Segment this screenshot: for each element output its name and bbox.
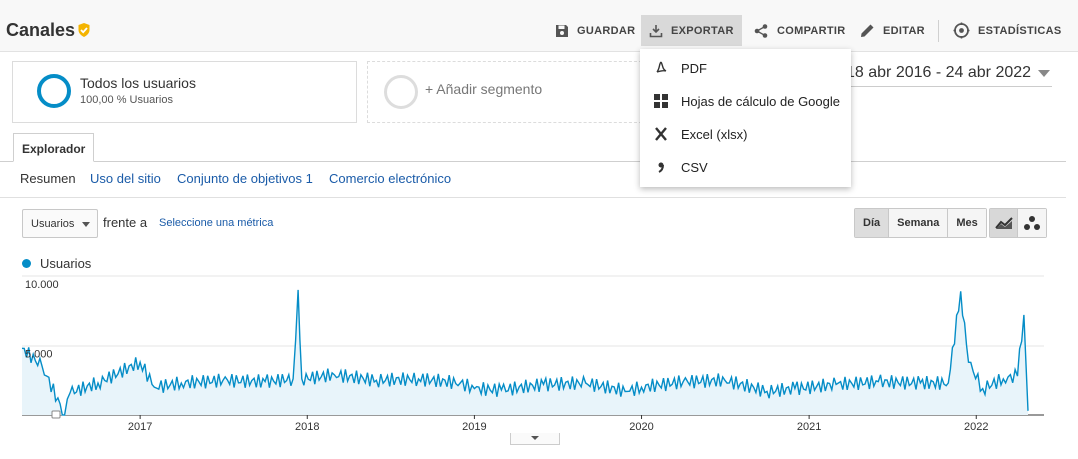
- y-tick-label: 5.000: [25, 349, 53, 361]
- insights-icon: [953, 22, 970, 39]
- export-sheets-item[interactable]: Hojas de cálculo de Google: [640, 86, 851, 116]
- x-tick-label: 2019: [462, 421, 486, 433]
- page-title: Canales: [6, 20, 76, 40]
- motion-chart-view-button[interactable]: [1018, 209, 1046, 237]
- segment-ring-icon: [37, 74, 71, 108]
- subnav-site-usage[interactable]: Uso del sitio: [90, 171, 161, 186]
- section-divider: [0, 197, 1066, 198]
- select-metric-link[interactable]: Seleccione una métrica: [159, 217, 273, 229]
- x-tick-label: 2022: [964, 421, 988, 433]
- x-tick-label: 2018: [295, 421, 319, 433]
- legend-label: Usuarios: [40, 256, 92, 271]
- download-icon: [649, 24, 663, 37]
- export-menu: PDF Hojas de cálculo de Google Excel (xl…: [640, 49, 851, 187]
- versus-label: frente a: [103, 215, 148, 230]
- edit-label: EDITAR: [883, 24, 925, 37]
- segment-subtitle: 100,00 % Usuarios: [80, 94, 173, 106]
- insights-label: ESTADÍSTICAS: [978, 24, 1062, 37]
- excel-icon: [640, 127, 681, 141]
- share-icon: [754, 23, 768, 38]
- share-label: COMPARTIR: [777, 24, 846, 37]
- subnav-ecommerce[interactable]: Comercio electrónico: [329, 171, 451, 186]
- tab-divider: [0, 161, 1066, 162]
- chart-collapse-handle[interactable]: [510, 433, 560, 445]
- add-segment-button[interactable]: + Añadir segmento: [367, 61, 642, 123]
- series-area: [22, 289, 1028, 415]
- x-tick-label: 2021: [797, 421, 821, 433]
- period-month-button[interactable]: Mes: [948, 209, 986, 237]
- export-pdf-item[interactable]: PDF: [640, 53, 851, 83]
- chart-type-toggle: [989, 208, 1047, 238]
- metric-dropdown-icon[interactable]: [82, 222, 90, 227]
- segment-all-users[interactable]: Todos los usuarios 100,00 % Usuarios: [12, 61, 357, 123]
- export-excel-item[interactable]: Excel (xlsx): [640, 119, 851, 149]
- bubble-chart-icon: [1024, 216, 1040, 230]
- segment-title: Todos los usuarios: [80, 75, 196, 91]
- date-range-underline: [846, 86, 1052, 87]
- export-label: EXPORTAR: [671, 24, 734, 37]
- save-label: GUARDAR: [577, 24, 636, 37]
- save-icon: [556, 24, 568, 37]
- period-week-button[interactable]: Semana: [889, 209, 949, 237]
- export-csv-item[interactable]: CSV: [640, 152, 851, 182]
- x-tick-label: 2017: [128, 421, 152, 433]
- subnav-goal-set[interactable]: Conjunto de objetivos 1: [177, 171, 313, 186]
- export-button[interactable]: EXPORTAR: [641, 15, 742, 46]
- export-sheets-label: Hojas de cálculo de Google: [681, 93, 840, 109]
- tab-explorer[interactable]: Explorador: [13, 133, 94, 162]
- legend-marker: [22, 259, 31, 268]
- csv-icon: [640, 160, 681, 174]
- report-header: Canales GUARDAR EXPORTAR COMPARTIR EDITA…: [0, 0, 1078, 52]
- date-range-picker[interactable]: 18 abr 2016 - 24 abr 2022: [846, 64, 1031, 82]
- add-segment-label: + Añadir segmento: [425, 81, 543, 97]
- insights-button[interactable]: ESTADÍSTICAS: [945, 15, 1069, 46]
- pdf-icon: [640, 61, 681, 75]
- y-tick-label: 10.000: [25, 279, 59, 291]
- pencil-icon: [861, 24, 874, 37]
- toolbar-divider: [938, 20, 939, 42]
- subnav-summary[interactable]: Resumen: [20, 171, 76, 186]
- edit-button[interactable]: EDITAR: [852, 15, 933, 46]
- export-csv-label: CSV: [681, 159, 708, 175]
- save-button[interactable]: GUARDAR: [547, 15, 643, 46]
- verified-badge-icon: [78, 23, 90, 37]
- share-button[interactable]: COMPARTIR: [745, 15, 854, 46]
- line-chart-view-button[interactable]: [990, 209, 1018, 237]
- export-pdf-label: PDF: [681, 60, 707, 76]
- annotation-marker[interactable]: [51, 410, 61, 419]
- empty-segment-ring-icon: [384, 75, 418, 109]
- line-chart-icon: [994, 217, 1013, 229]
- export-excel-label: Excel (xlsx): [681, 126, 748, 142]
- x-tick-label: 2020: [629, 421, 653, 433]
- sheets-icon: [640, 94, 681, 108]
- users-chart: 5.000 10.000 2017 2018 2019 2020 2021 2022: [21, 275, 1044, 433]
- period-day-button[interactable]: Día: [855, 209, 890, 237]
- period-toggle: Día Semana Mes: [854, 208, 987, 238]
- date-range-dropdown-icon[interactable]: [1038, 70, 1050, 77]
